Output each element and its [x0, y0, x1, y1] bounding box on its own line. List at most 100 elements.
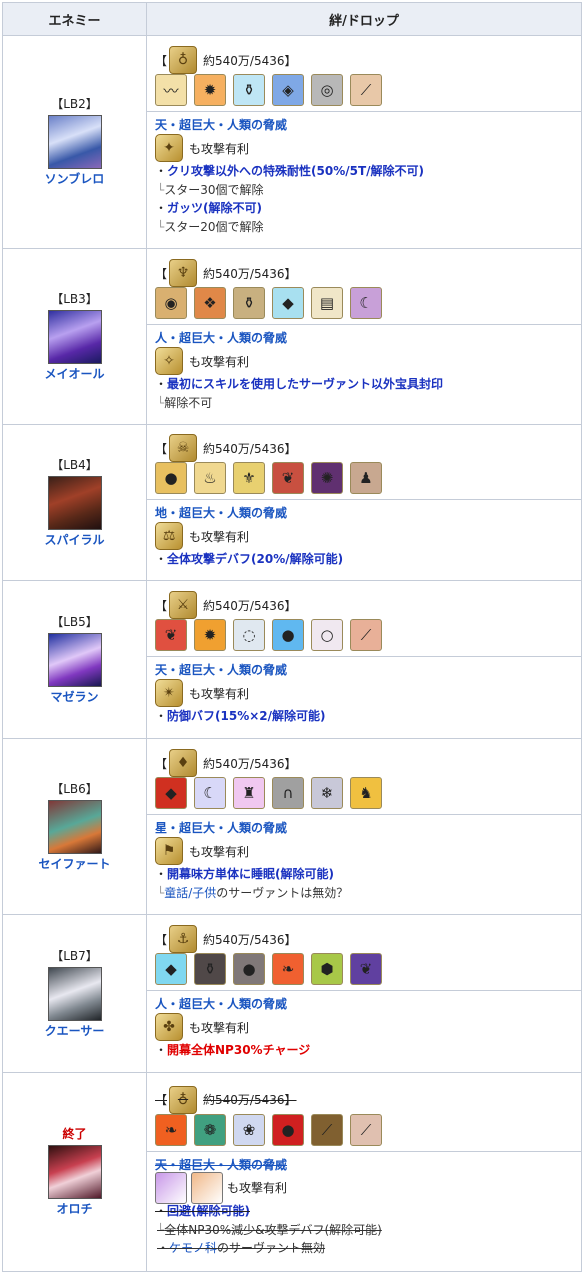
drop-item-icon[interactable]: ❦: [155, 619, 187, 651]
ability-note: └全体NP30%減少&攻撃デバフ(解除可能): [157, 1222, 382, 1237]
class-icon[interactable]: ⚖: [155, 522, 183, 550]
bond-class-icon: ☠: [169, 434, 198, 462]
drop-item-icon[interactable]: ◆: [155, 777, 187, 809]
drop-item-icon[interactable]: ⟋: [350, 1113, 382, 1146]
enemy-name-link[interactable]: マゼラン: [50, 690, 98, 705]
ability-text: 回避(解除可能): [167, 1203, 250, 1218]
drop-item-icon[interactable]: ☾: [350, 287, 382, 319]
drop-item-icon[interactable]: ⟋: [311, 1113, 343, 1146]
drop-item-icon[interactable]: ☾: [194, 777, 226, 809]
drop-item-icon[interactable]: 〰: [155, 74, 187, 106]
drop-section: 【 ♆ 約540万/5436】 ◉ ❖ ⚱ ◆ ▤ ☾: [147, 257, 581, 325]
drop-item-icon[interactable]: ◌: [233, 619, 265, 651]
enemy-row: 【LB2】 ソンブレロ 【 ♁ 約540万/5436】 〰 ✹ ⚱ ◈ ◎ ⟋ 天・超巨大…: [2, 35, 582, 249]
drop-section: 【 ♦ 約540万/5436】 ◆ ☾ ♜ ∩ ❄ ♞: [147, 747, 581, 815]
drop-item-icon[interactable]: ✹: [194, 74, 226, 106]
bond-line: 【 ⚓ 約540万/5436】: [155, 925, 573, 953]
ability-note: └スター20個で解除: [157, 220, 264, 234]
enemy-thumbnail[interactable]: [47, 966, 102, 1021]
enemy-row: 【LB4】 スパイラル 【 ☠ 約540万/5436】 ● ♨ ⚜ ❦ ✺ ♟ 地・超巨大…: [2, 424, 582, 581]
drop-item-icon[interactable]: ❖: [194, 287, 226, 319]
trait-text: 人・超巨大・人類の脅威: [155, 997, 288, 1011]
drop-item-icon[interactable]: ✹: [194, 619, 226, 651]
drop-item-icon[interactable]: ○: [311, 619, 343, 651]
lb-label: 【LB5】: [51, 614, 98, 629]
ability-text: クリ攻撃以外への特殊耐性(50%/5T/解除不可): [167, 164, 425, 178]
drop-item-icon[interactable]: ❄: [311, 777, 343, 809]
drop-items: ❧ ❁ ❀ ● ⟋ ⟋: [155, 1113, 573, 1146]
enemy-name-link[interactable]: オロチ: [56, 1202, 92, 1217]
drop-item-icon[interactable]: ⟋: [350, 619, 382, 651]
ability-line: ・防御バフ(15%×2/解除可能): [155, 709, 326, 723]
trait-link[interactable]: ケモノ科: [169, 1241, 217, 1255]
enemy-thumbnail[interactable]: [47, 115, 102, 169]
class-icon[interactable]: ✦: [155, 134, 183, 162]
drop-item-icon[interactable]: ◎: [311, 74, 343, 106]
ability-text: 開幕全体NP30%チャージ: [167, 1043, 311, 1057]
enemy-thumbnail[interactable]: [47, 1145, 102, 1199]
class-icon[interactable]: ✧: [155, 347, 183, 375]
servant-icon[interactable]: [155, 1171, 187, 1204]
trait-link[interactable]: 童話/子供: [164, 886, 216, 900]
drop-item-icon[interactable]: ●: [233, 953, 265, 985]
drop-item-icon[interactable]: ⚜: [233, 462, 265, 494]
drop-item-icon[interactable]: ♟: [350, 462, 382, 494]
drop-items: ◆ ⚱ ● ❧ ⬢ ❦: [155, 953, 573, 985]
ability-text: ガッツ(解除不可): [167, 201, 262, 215]
drop-item-icon[interactable]: ∩: [272, 777, 304, 809]
drop-item-icon[interactable]: ⚱: [233, 287, 265, 319]
drop-item-icon[interactable]: ●: [272, 619, 304, 651]
drop-item-icon[interactable]: ❧: [155, 1113, 187, 1146]
drop-item-icon[interactable]: ♨: [194, 462, 226, 494]
servant-icon[interactable]: [191, 1171, 223, 1204]
drop-item-icon[interactable]: ❦: [350, 953, 382, 985]
enemy-table: エネミー 絆/ドロップ 【LB2】 ソンブレロ 【 ♁ 約540万/5436】 …: [2, 2, 582, 1272]
drop-section: 【 ☠ 約540万/5436】 ● ♨ ⚜ ❦ ✺ ♟: [147, 432, 581, 500]
enemy-thumbnail[interactable]: [47, 309, 102, 364]
enemy-thumbnail[interactable]: [47, 799, 102, 854]
drop-item-icon[interactable]: ⚱: [194, 953, 226, 985]
enemy-row: 終了 オロチ 【 ♁ 約540万/5436】 ❧ ❁ ❀ ● ⟋ ⟋ 天・超巨大・人類の脅…: [2, 1072, 582, 1272]
class-icon[interactable]: ✴: [155, 679, 183, 707]
bond-class-icon: ♁: [169, 46, 198, 74]
drop-item-icon[interactable]: ◆: [155, 953, 187, 985]
ability-text: 開幕味方単体に睡眠(解除可能): [167, 867, 334, 881]
drop-item-icon[interactable]: ▤: [311, 287, 343, 319]
class-icon[interactable]: ✤: [155, 1013, 183, 1041]
drop-item-icon[interactable]: ✺: [311, 462, 343, 494]
drop-item-icon[interactable]: ⚱: [233, 74, 265, 106]
enemy-name-link[interactable]: メイオール: [44, 367, 104, 382]
drop-item-icon[interactable]: ◈: [272, 74, 304, 106]
drop-item-icon[interactable]: ◆: [272, 287, 304, 319]
advantage-line: ✴ も攻撃有利: [155, 679, 573, 707]
enemy-thumbnail[interactable]: [47, 475, 102, 530]
enemy-name-link[interactable]: ソンブレロ: [45, 172, 105, 187]
enemy-row: 【LB3】 メイオール 【 ♆ 約540万/5436】 ◉ ❖ ⚱ ◆ ▤ ☾ 人・超巨大…: [2, 248, 582, 425]
advantage-line: ✧ も攻撃有利: [155, 347, 573, 375]
enemy-name-link[interactable]: クエーサー: [45, 1024, 105, 1039]
drop-item-icon[interactable]: ♜: [233, 777, 265, 809]
class-icon[interactable]: ⚑: [155, 837, 183, 865]
drop-item-icon[interactable]: ❁: [194, 1113, 226, 1146]
ability-text: 防御バフ(15%×2/解除可能): [167, 709, 326, 723]
enemy-name-link[interactable]: スパイラル: [44, 533, 104, 548]
drop-item-icon[interactable]: ❧: [272, 953, 304, 985]
ability-line: ・開幕全体NP30%チャージ: [155, 1043, 311, 1057]
drop-item-icon[interactable]: ❀: [233, 1113, 265, 1146]
drop-section: 【 ⚓ 約540万/5436】 ◆ ⚱ ● ❧ ⬢ ❦: [147, 923, 581, 991]
bond-line: 【 ⚔ 約540万/5436】: [155, 591, 573, 619]
drop-item-icon[interactable]: ●: [155, 462, 187, 494]
drop-item-icon[interactable]: ⟋: [350, 74, 382, 106]
info-section: 人・超巨大・人類の脅威 ✧ も攻撃有利 ・最初にスキルを使用したサーヴァント以外宝…: [147, 325, 581, 416]
drop-item-icon[interactable]: ♞: [350, 777, 382, 809]
ability-line: ・回避(解除可能): [155, 1203, 250, 1218]
drop-item-icon[interactable]: ◉: [155, 287, 187, 319]
ability-text: 全体攻撃デバフ(20%/解除可能): [167, 552, 344, 566]
drop-items: ❦ ✹ ◌ ● ○ ⟋: [155, 619, 573, 651]
drop-item-icon[interactable]: ❦: [272, 462, 304, 494]
drop-item-icon[interactable]: ⬢: [311, 953, 343, 985]
drops-cell: 【 ♁ 約540万/5436】 〰 ✹ ⚱ ◈ ◎ ⟋ 天・超巨大・人類の脅威 ✦ も攻撃有…: [146, 35, 582, 249]
drop-item-icon[interactable]: ●: [272, 1113, 304, 1146]
enemy-thumbnail[interactable]: [47, 632, 102, 687]
enemy-name-link[interactable]: セイファート: [38, 857, 110, 872]
